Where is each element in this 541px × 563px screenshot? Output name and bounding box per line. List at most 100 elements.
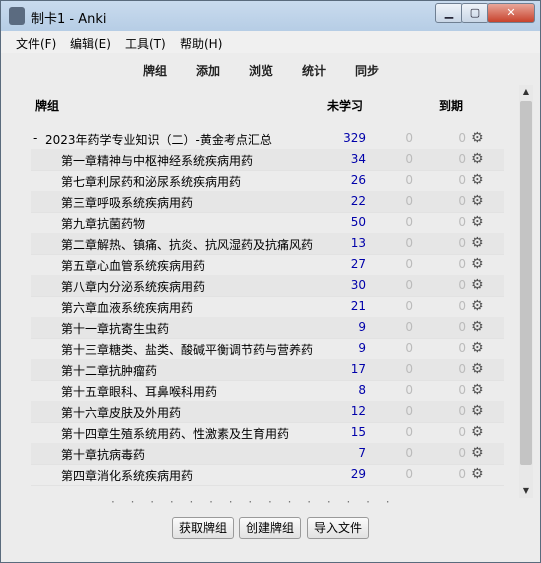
gear-icon[interactable]: ⚙ [471,319,487,335]
deck-row[interactable]: 第七章利尿药和泌尿系统疾病用药 26 0 0 ⚙ [31,170,504,192]
scroll-thumb[interactable] [520,101,532,465]
gear-icon[interactable]: ⚙ [471,382,487,398]
deck-row-parent[interactable]: - 2023年药学专业知识（二）-黄金考点汇总 329 0 0 ⚙ [31,128,504,150]
deck-learn-count: 0 [405,173,413,187]
gear-icon[interactable]: ⚙ [471,403,487,419]
gear-icon[interactable]: ⚙ [471,172,487,188]
gear-icon[interactable]: ⚙ [471,466,487,482]
deck-new-count: 329 [343,131,366,145]
scroll-down-arrow-icon[interactable]: ▼ [519,484,533,498]
gear-icon[interactable]: ⚙ [471,256,487,272]
menu-tools[interactable]: 工具(T) [125,35,166,52]
deck-row[interactable]: 第四章消化系统疾病用药 29 0 0 ⚙ [31,464,504,486]
deck-name[interactable]: 第四章消化系统疾病用药 [61,467,193,484]
gear-icon[interactable]: ⚙ [471,193,487,209]
deck-name[interactable]: 第十五章眼科、耳鼻喉科用药 [61,383,217,400]
create-deck-button[interactable]: 创建牌组 [239,517,301,539]
main-content: 牌组 添加 浏览 统计 同步 牌组 未学习 到期 - 2023年药学专业知识（二… [1,53,540,562]
deck-learn-count: 0 [405,446,413,460]
deck-name[interactable]: 第九章抗菌药物 [61,215,145,232]
deck-new-count: 34 [350,152,366,166]
gear-icon[interactable]: ⚙ [471,298,487,314]
deck-row[interactable]: 第十二章抗肿瘤药 17 0 0 ⚙ [31,359,504,381]
deck-due-count: 0 [458,467,466,481]
gear-icon[interactable]: ⚙ [471,277,487,293]
header-deck: 牌组 [35,99,60,113]
gear-icon[interactable]: ⚙ [471,340,487,356]
gear-icon[interactable]: ⚙ [471,151,487,167]
deck-row[interactable]: 第十四章生殖系统用药、性激素及生育用药 15 0 0 ⚙ [31,422,504,444]
deck-row[interactable]: 第六章血液系统疾病用药 21 0 0 ⚙ [31,296,504,318]
deck-name[interactable]: 第六章血液系统疾病用药 [61,299,193,316]
import-file-button[interactable]: 导入文件 [307,517,369,539]
minimize-button[interactable]: ▁ [435,3,463,23]
deck-name[interactable]: 第七章利尿药和泌尿系统疾病用药 [61,173,241,190]
deck-due-count: 0 [458,320,466,334]
deck-row[interactable]: 第一章精神与中枢神经系统疾病用药 34 0 0 ⚙ [31,149,504,171]
deck-name[interactable]: 第八章内分泌系统疾病用药 [61,278,205,295]
menu-help[interactable]: 帮助(H) [180,35,222,52]
deck-name[interactable]: 第十一章抗寄生虫药 [61,320,169,337]
deck-row[interactable]: 第十章抗病毒药 7 0 0 ⚙ [31,443,504,465]
menu-edit[interactable]: 编辑(E) [70,35,111,52]
deck-learn-count: 0 [405,215,413,229]
gear-icon[interactable]: ⚙ [471,445,487,461]
deck-name[interactable]: 第五章心血管系统疾病用药 [61,257,205,274]
deck-row[interactable]: 第八章内分泌系统疾病用药 30 0 0 ⚙ [31,275,504,297]
deck-name[interactable]: 第二章解热、镇痛、抗炎、抗风湿药及抗痛风药 [61,236,313,253]
deck-name[interactable]: 2023年药学专业知识（二）-黄金考点汇总 [45,131,272,148]
deck-due-count: 0 [458,194,466,208]
deck-name[interactable]: 第十章抗病毒药 [61,446,145,463]
deck-due-count: 0 [458,383,466,397]
deck-row[interactable]: 第九章抗菌药物 50 0 0 ⚙ [31,212,504,234]
toolbar-stats[interactable]: 统计 [302,62,326,79]
scrollbar[interactable]: ▲ ▼ [519,85,533,498]
deck-learn-count: 0 [405,383,413,397]
deck-due-count: 0 [458,425,466,439]
deck-name[interactable]: 第十四章生殖系统用药、性激素及生育用药 [61,425,289,442]
deck-learn-count: 0 [405,131,413,145]
deck-learn-count: 0 [405,152,413,166]
deck-row[interactable]: 第二章解热、镇痛、抗炎、抗风湿药及抗痛风药 13 0 0 ⚙ [31,233,504,255]
get-shared-button[interactable]: 获取牌组 [172,517,234,539]
deck-row[interactable]: 第十三章糖类、盐类、酸碱平衡调节药与营养药 9 0 0 ⚙ [31,338,504,360]
scroll-up-arrow-icon[interactable]: ▲ [519,85,533,99]
deck-learn-count: 0 [405,257,413,271]
deck-learn-count: 0 [405,425,413,439]
deck-due-count: 0 [458,257,466,271]
deck-name[interactable]: 第十三章糖类、盐类、酸碱平衡调节药与营养药 [61,341,313,358]
deck-new-count: 7 [358,446,366,460]
gear-icon[interactable]: ⚙ [471,130,487,146]
deck-row[interactable]: 第十五章眼科、耳鼻喉科用药 8 0 0 ⚙ [31,380,504,402]
deck-row[interactable]: 第十一章抗寄生虫药 9 0 0 ⚙ [31,317,504,339]
toolbar-add[interactable]: 添加 [196,62,220,79]
deck-name[interactable]: 第一章精神与中枢神经系统疾病用药 [61,152,253,169]
menu-file[interactable]: 文件(F) [16,35,56,52]
toolbar-sync[interactable]: 同步 [355,62,379,79]
gear-icon[interactable]: ⚙ [471,361,487,377]
deck-name[interactable]: 第十二章抗肿瘤药 [61,362,157,379]
deck-new-count: 17 [350,362,366,376]
gear-icon[interactable]: ⚙ [471,424,487,440]
gear-icon[interactable]: ⚙ [471,235,487,251]
gear-icon[interactable]: ⚙ [471,214,487,230]
deck-name[interactable]: 第三章呼吸系统疾病用药 [61,194,193,211]
deck-due-count: 0 [458,215,466,229]
close-button[interactable]: ✕ [487,3,535,23]
deck-new-count: 27 [350,257,366,271]
deck-name[interactable]: 第十六章皮肤及外用药 [61,404,181,421]
deck-learn-count: 0 [405,299,413,313]
deck-learn-count: 0 [405,362,413,376]
deck-due-count: 0 [458,404,466,418]
deck-learn-count: 0 [405,236,413,250]
toolbar-decks[interactable]: 牌组 [143,62,167,79]
deck-new-count: 30 [350,278,366,292]
deck-new-count: 8 [358,383,366,397]
deck-row[interactable]: 第五章心血管系统疾病用药 27 0 0 ⚙ [31,254,504,276]
maximize-button[interactable]: ▢ [461,3,489,23]
collapse-toggle[interactable]: - [33,131,37,145]
deck-row[interactable]: 第十六章皮肤及外用药 12 0 0 ⚙ [31,401,504,423]
anki-app-icon [9,7,25,25]
toolbar-browse[interactable]: 浏览 [249,62,273,79]
deck-row[interactable]: 第三章呼吸系统疾病用药 22 0 0 ⚙ [31,191,504,213]
